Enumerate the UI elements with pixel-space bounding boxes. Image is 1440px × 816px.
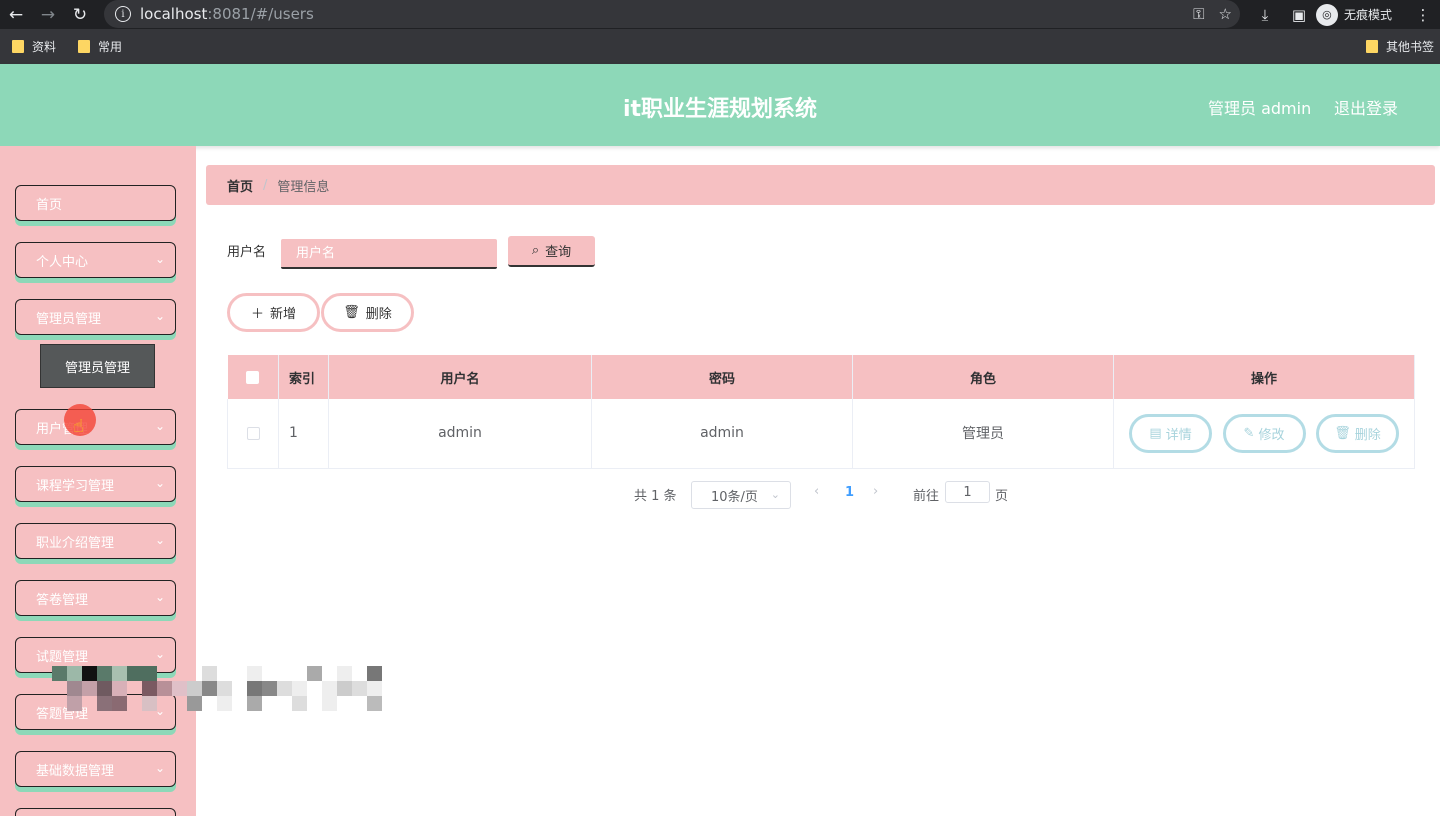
trash-icon: 🗑 — [1334, 425, 1351, 441]
sidebar-item-users[interactable]: 用户管理 ⌄ — [15, 409, 176, 445]
pixelated-watermark — [52, 666, 388, 714]
users-table: 索引 用户名 密码 角色 操作 1 admin admin 管理员 ▤ 详情 ✎ 修… — [227, 355, 1415, 469]
menu-icon[interactable]: ⋮ — [1406, 6, 1440, 24]
col-index: 索引 — [278, 355, 329, 399]
col-role: 角色 — [852, 355, 1114, 399]
chevron-down-icon: ⌄ — [770, 488, 780, 501]
incognito-label: 无痕模式 — [1343, 8, 1392, 22]
sidebar-item-answer-sheets[interactable]: 答卷管理 ⌄ — [15, 580, 176, 616]
select-all-checkbox[interactable] — [246, 370, 260, 384]
chevron-down-icon: ⌄ — [154, 252, 165, 266]
chevron-down-icon: ⌄ — [154, 590, 165, 604]
delete-button[interactable]: 🗑 删除 — [321, 293, 414, 332]
search-label: 用户名 — [227, 245, 267, 260]
edit-icon: ✎ — [1243, 425, 1255, 441]
chevron-down-icon: ⌄ — [154, 533, 165, 547]
url-host: localhost — [140, 5, 208, 23]
sidebar-item-careers[interactable]: 职业介绍管理 ⌄ — [15, 523, 176, 559]
folder-icon — [12, 40, 24, 53]
chevron-down-icon: ⌄ — [154, 419, 165, 433]
detail-button[interactable]: ▤ 详情 — [1129, 413, 1213, 453]
cell-index: 1 — [278, 399, 329, 469]
row-checkbox[interactable] — [246, 426, 260, 440]
page-suffix: 页 — [995, 489, 1009, 504]
username-search-input[interactable] — [281, 239, 497, 269]
sidebar-item-basic-data[interactable]: 基础数据管理 ⌄ — [15, 751, 176, 787]
select-all-cell — [227, 355, 279, 399]
sidebar-tooltip: 管理员管理 — [40, 344, 155, 388]
other-bookmarks[interactable]: 其他书签 — [1365, 29, 1434, 64]
page-number[interactable]: 1 — [845, 485, 854, 500]
breadcrumb-current: 管理信息 — [277, 179, 330, 195]
trash-icon: 🗑 — [343, 305, 360, 320]
sidebar-item-admin[interactable]: 管理员管理 ⌄ — [15, 299, 176, 335]
site-info-icon[interactable]: i — [115, 6, 131, 22]
incognito-icon: ◎ — [1315, 3, 1338, 26]
breadcrumb-home[interactable]: 首页 — [227, 176, 253, 195]
incognito-indicator[interactable]: ◎ 无痕模式 — [1315, 3, 1392, 26]
prev-page-icon[interactable]: ‹ — [814, 484, 819, 499]
col-password: 密码 — [591, 355, 853, 399]
goto-label: 前往 — [913, 489, 940, 504]
row-delete-button[interactable]: 🗑 删除 — [1315, 413, 1399, 453]
breadcrumb-separator: / — [263, 177, 268, 193]
folder-icon — [78, 40, 91, 53]
page-jump-input[interactable] — [945, 481, 990, 503]
logout-link[interactable]: 退出登录 — [1334, 95, 1398, 119]
pointer-hand-icon: ☝ — [73, 416, 84, 437]
query-button[interactable]: ⌕ 查询 — [508, 236, 595, 267]
reload-icon[interactable]: ↻ — [64, 0, 96, 29]
sidebar-item-personal[interactable]: 个人中心 ⌄ — [15, 242, 176, 278]
bookmark-folder[interactable]: 资料 — [12, 38, 56, 55]
current-user: 管理员 admin — [1208, 99, 1312, 118]
document-icon: ▤ — [1149, 425, 1162, 441]
page-size-select[interactable]: 10条/页 ⌄ — [691, 481, 791, 509]
bookmark-star-icon[interactable]: ☆ — [1219, 5, 1232, 23]
next-page-icon[interactable]: › — [873, 484, 878, 499]
chevron-down-icon: ⌄ — [154, 761, 165, 775]
bookmark-folder[interactable]: 常用 — [78, 38, 122, 55]
url-path: :8081/#/users — [207, 5, 314, 23]
pagination: 共 1 条 10条/页 ⌄ ‹ 1 › 前往 页 — [0, 481, 1440, 509]
table-header-row: 索引 用户名 密码 角色 操作 — [227, 355, 1415, 399]
back-icon[interactable]: ← — [0, 0, 32, 29]
pagination-total: 共 1 条 — [634, 489, 677, 504]
cell-role: 管理员 — [852, 399, 1114, 469]
key-icon[interactable]: ⚿ — [1193, 5, 1204, 23]
plus-icon: ＋ — [250, 307, 264, 322]
add-button[interactable]: ＋ 新增 — [227, 293, 320, 332]
query-button-label: 查询 — [545, 245, 572, 260]
cell-username: admin — [328, 399, 592, 469]
edit-button[interactable]: ✎ 修改 — [1222, 413, 1306, 453]
sidebar-item-more[interactable] — [15, 808, 176, 816]
forward-icon[interactable]: → — [32, 0, 64, 29]
table-row: 1 admin admin 管理员 ▤ 详情 ✎ 修改 🗑 删除 — [227, 399, 1415, 469]
app-header: it职业生涯规划系统 管理员 admin 退出登录 — [0, 64, 1440, 146]
row-select-cell — [227, 399, 279, 469]
col-username: 用户名 — [328, 355, 592, 399]
sidepanel-icon[interactable]: ▣ — [1282, 6, 1316, 24]
chevron-down-icon: ⌄ — [154, 309, 165, 323]
breadcrumb: 首页 / 管理信息 — [206, 165, 1435, 205]
chevron-down-icon: ⌄ — [154, 647, 165, 661]
sidebar-item-home[interactable]: 首页 — [15, 185, 176, 221]
download-icon[interactable]: ⤓ — [1248, 6, 1282, 24]
col-actions: 操作 — [1113, 355, 1415, 399]
cell-password: admin — [591, 399, 853, 469]
address-bar[interactable]: i localhost:8081/#/users ⚿ ☆ — [104, 0, 1240, 28]
cell-actions: ▤ 详情 ✎ 修改 🗑 删除 — [1113, 399, 1415, 469]
folder-icon — [1365, 40, 1378, 53]
search-icon: ⌕ — [531, 243, 540, 258]
bookmarks-bar: 资料 常用 其他书签 — [0, 29, 1440, 64]
